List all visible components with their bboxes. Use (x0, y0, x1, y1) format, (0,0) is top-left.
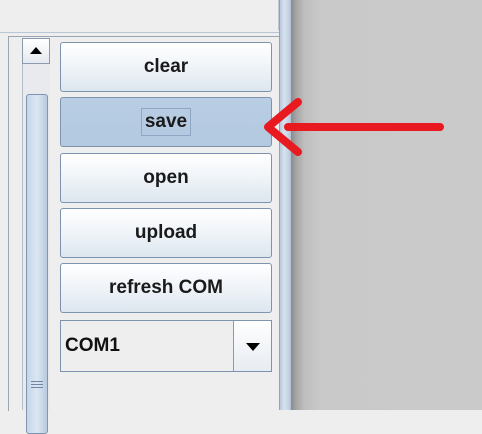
dropdown-button[interactable] (233, 321, 271, 371)
clear-button-label: clear (143, 56, 189, 77)
upload-button[interactable]: upload (60, 208, 272, 258)
save-button-label: save (140, 108, 192, 136)
triangle-down-icon (246, 343, 260, 351)
open-button-label: open (143, 167, 189, 188)
scroll-track[interactable] (22, 64, 50, 434)
clear-button[interactable]: clear (60, 42, 272, 92)
triangle-up-icon (30, 47, 42, 54)
left-panel: clear save open upload refresh COM COM1 (0, 0, 290, 434)
scroll-thumb[interactable] (26, 94, 48, 434)
save-button[interactable]: save (60, 97, 272, 147)
top-edge (0, 0, 280, 33)
red-arrow-icon (264, 98, 444, 156)
scroll-up-button[interactable] (22, 38, 50, 64)
open-button[interactable]: open (60, 153, 272, 203)
com-port-value: COM1 (65, 335, 120, 356)
vertical-scrollbar[interactable] (20, 38, 54, 434)
grip-lines-icon (31, 381, 43, 390)
upload-button-label: upload (134, 222, 198, 243)
refresh-com-button-label: refresh COM (108, 277, 224, 298)
bottom-strip (60, 372, 272, 410)
top-edge-inner (0, 0, 279, 30)
refresh-com-button[interactable]: refresh COM (60, 263, 272, 313)
com-port-select[interactable]: COM1 (60, 320, 272, 372)
outside-area (291, 0, 482, 410)
